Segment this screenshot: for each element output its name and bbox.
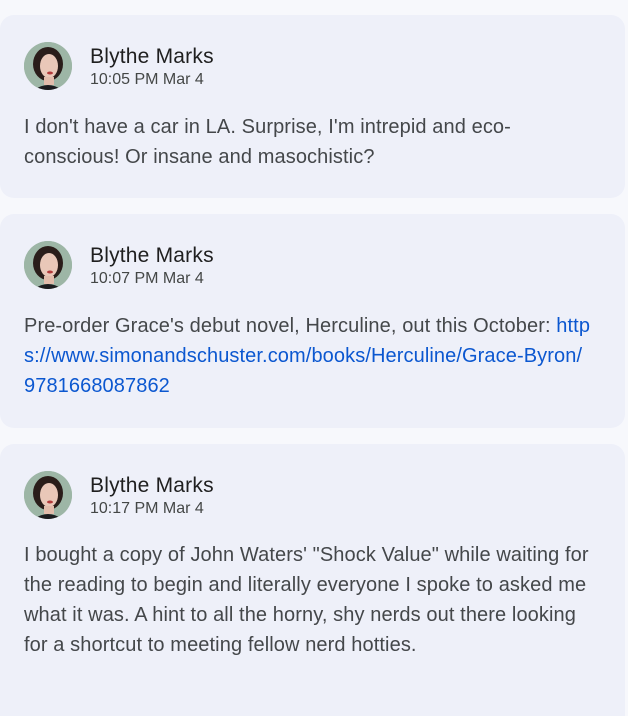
post-timestamp: 10:17 PM Mar 4 bbox=[90, 500, 204, 517]
avatar[interactable] bbox=[24, 42, 72, 90]
avatar-photo-icon bbox=[24, 471, 72, 519]
avatar[interactable] bbox=[24, 471, 72, 519]
post-body: I bought a copy of John Waters' "Shock V… bbox=[24, 544, 589, 656]
post-meta: Blythe Marks 10:07 PM Mar 4 bbox=[90, 243, 214, 289]
avatar[interactable] bbox=[24, 241, 72, 289]
post-meta: Blythe Marks 10:17 PM Mar 4 bbox=[90, 473, 214, 519]
post-header: Blythe Marks 10:05 PM Mar 4 bbox=[24, 42, 214, 90]
post-timestamp: 10:07 PM Mar 4 bbox=[90, 270, 204, 287]
author-name[interactable]: Blythe Marks bbox=[90, 44, 214, 70]
post-body: Pre-order Grace's debut novel, Herculine… bbox=[24, 315, 557, 337]
author-name[interactable]: Blythe Marks bbox=[90, 243, 214, 269]
author-name[interactable]: Blythe Marks bbox=[90, 473, 214, 499]
post-meta: Blythe Marks 10:05 PM Mar 4 bbox=[90, 44, 214, 90]
post-text: Pre-order Grace's debut novel, Herculine… bbox=[24, 311, 591, 401]
avatar-photo-icon bbox=[24, 241, 72, 289]
post-text: I bought a copy of John Waters' "Shock V… bbox=[24, 540, 591, 660]
post-timestamp: 10:05 PM Mar 4 bbox=[90, 71, 204, 88]
post-body: I don't have a car in LA. Surprise, I'm … bbox=[24, 116, 511, 168]
post-text: I don't have a car in LA. Surprise, I'm … bbox=[24, 112, 591, 172]
avatar-photo-icon bbox=[24, 42, 72, 90]
post-header: Blythe Marks 10:17 PM Mar 4 bbox=[24, 471, 214, 519]
post-card[interactable]: Blythe Marks 10:07 PM Mar 4 Pre-order Gr… bbox=[0, 214, 625, 428]
post-card[interactable]: Blythe Marks 10:17 PM Mar 4 I bought a c… bbox=[0, 444, 625, 716]
post-header: Blythe Marks 10:07 PM Mar 4 bbox=[24, 241, 214, 289]
post-card[interactable]: Blythe Marks 10:05 PM Mar 4 I don't have… bbox=[0, 15, 625, 198]
post-feed: Blythe Marks 10:05 PM Mar 4 I don't have… bbox=[0, 0, 628, 716]
